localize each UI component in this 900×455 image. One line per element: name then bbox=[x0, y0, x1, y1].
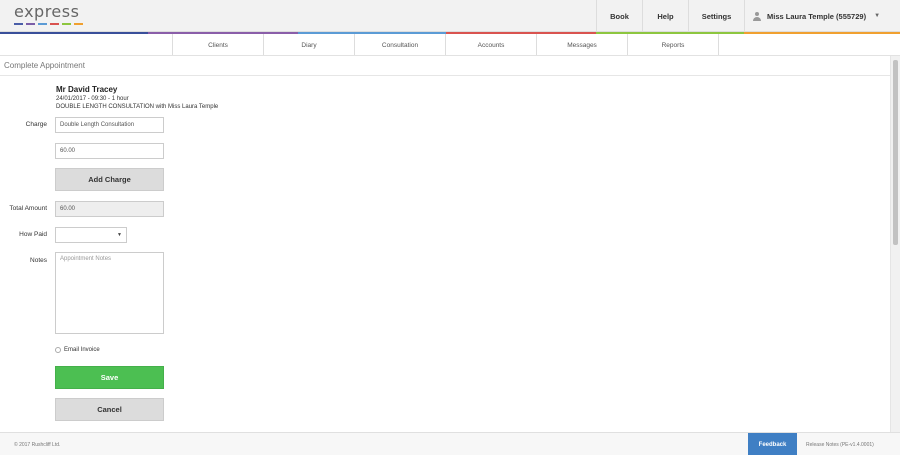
chevron-down-icon: ▼ bbox=[117, 232, 122, 238]
release-notes-link[interactable]: Release Notes (PE-v1.4.0001) bbox=[806, 442, 874, 448]
save-button[interactable]: Save bbox=[55, 366, 164, 389]
title-divider bbox=[0, 75, 890, 76]
footer: © 2017 Rushcliff Ltd. Feedback Release N… bbox=[0, 432, 900, 455]
email-invoice-checkbox[interactable] bbox=[55, 347, 61, 353]
top-nav: Book Help Settings Miss Laura Temple (55… bbox=[596, 0, 900, 32]
notes-placeholder: Appointment Notes bbox=[60, 256, 112, 262]
logo-dash-5 bbox=[62, 23, 71, 25]
logo-dash-2 bbox=[26, 23, 35, 25]
subnav-consultation[interactable]: Consultation bbox=[355, 34, 446, 56]
charge-value: Double Length Consultation bbox=[60, 122, 135, 128]
caret-down-icon: ▼ bbox=[874, 13, 881, 19]
notes-label: Notes bbox=[30, 257, 47, 264]
charge-label: Charge bbox=[25, 121, 47, 128]
subnav-divider bbox=[0, 55, 900, 56]
help-button[interactable]: Help bbox=[642, 0, 688, 32]
logo-text: express bbox=[14, 2, 80, 21]
email-invoice-label: Email Invoice bbox=[64, 347, 100, 353]
subnav-diary[interactable]: Diary bbox=[264, 34, 355, 56]
subnav-accounts[interactable]: Accounts bbox=[446, 34, 537, 56]
how-paid-select[interactable]: ▼ bbox=[55, 227, 127, 243]
user-menu[interactable]: Miss Laura Temple (555729) ▼ bbox=[744, 0, 900, 32]
strip-segment-1 bbox=[0, 32, 148, 34]
logo-dash-1 bbox=[14, 23, 23, 25]
strip-segment-6 bbox=[744, 32, 900, 34]
logo-dashes bbox=[14, 23, 83, 26]
sub-nav: Clients Diary Consultation Accounts Mess… bbox=[172, 34, 719, 56]
user-name: Miss Laura Temple (555729) bbox=[767, 11, 867, 21]
scrollbar[interactable] bbox=[890, 56, 900, 432]
settings-button[interactable]: Settings bbox=[688, 0, 744, 32]
subnav-clients[interactable]: Clients bbox=[173, 34, 264, 56]
cancel-button[interactable]: Cancel bbox=[55, 398, 164, 421]
appointment-datetime: 24/01/2017 - 09:30 - 1 hour bbox=[56, 96, 129, 102]
total-amount-value: 60.00 bbox=[60, 206, 76, 212]
top-bar: express Book Help Settings Miss Laura Te… bbox=[0, 0, 900, 32]
email-invoice-row: Email Invoice bbox=[55, 347, 100, 353]
user-icon bbox=[753, 11, 761, 21]
total-amount-label: Total Amount bbox=[9, 205, 47, 212]
amount-input[interactable]: 60.00 bbox=[55, 143, 164, 159]
logo-dash-6 bbox=[74, 23, 83, 25]
how-paid-label: How Paid bbox=[19, 231, 47, 238]
book-button[interactable]: Book bbox=[596, 0, 642, 32]
client-name: Mr David Tracey bbox=[56, 85, 118, 94]
express-logo[interactable]: express bbox=[14, 2, 86, 27]
subnav-messages[interactable]: Messages bbox=[537, 34, 628, 56]
amount-value: 60.00 bbox=[60, 148, 76, 154]
feedback-button[interactable]: Feedback bbox=[748, 433, 797, 455]
subnav-reports[interactable]: Reports bbox=[628, 34, 719, 56]
page-title: Complete Appointment bbox=[4, 61, 85, 70]
logo-dash-4 bbox=[50, 23, 59, 25]
logo-dash-3 bbox=[38, 23, 47, 25]
copyright-text: © 2017 Rushcliff Ltd. bbox=[14, 442, 61, 448]
appointment-description: DOUBLE LENGTH CONSULTATION with Miss Lau… bbox=[56, 104, 219, 110]
notes-textarea[interactable]: Appointment Notes bbox=[55, 252, 164, 334]
charge-input[interactable]: Double Length Consultation bbox=[55, 117, 164, 133]
scrollbar-thumb[interactable] bbox=[893, 60, 898, 245]
add-charge-button[interactable]: Add Charge bbox=[55, 168, 164, 191]
total-amount-field: 60.00 bbox=[55, 201, 164, 217]
